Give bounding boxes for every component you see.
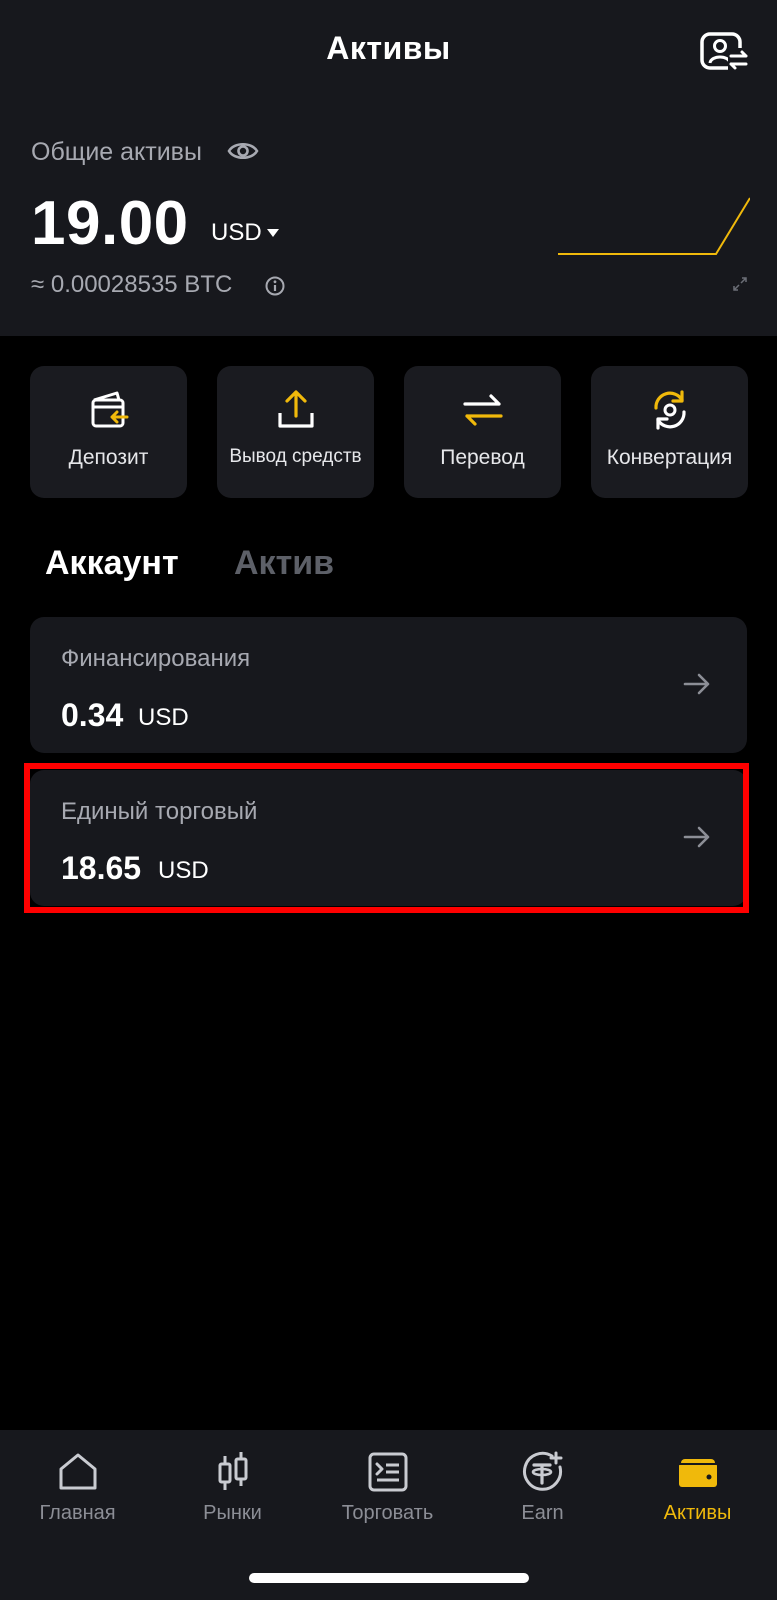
account-card-funding[interactable]: Финансирования 0.34 USD <box>30 617 747 753</box>
arrow-right-icon <box>683 826 710 848</box>
transfer-icon <box>462 394 503 426</box>
nav-trade[interactable]: Торговать <box>310 1430 465 1550</box>
tab-asset[interactable]: Актив <box>234 544 334 583</box>
nav-label: Рынки <box>203 1502 262 1524</box>
withdraw-label: Вывод средств <box>229 446 362 467</box>
expand-icon[interactable] <box>732 276 748 292</box>
account-name: Финансирования <box>61 645 251 672</box>
nav-earn[interactable]: Earn <box>465 1430 620 1550</box>
account-unit: USD <box>138 704 189 731</box>
currency-selector[interactable]: USD <box>211 219 262 247</box>
total-balance: 19.00 <box>31 189 189 258</box>
arrow-right-icon <box>683 673 710 695</box>
candlestick-icon <box>218 1452 247 1490</box>
transfer-button[interactable]: Перевод <box>404 366 561 498</box>
account-switch-button[interactable] <box>698 30 750 76</box>
page-title: Активы <box>326 30 451 66</box>
nav-label: Главная <box>39 1502 116 1524</box>
convert-label: Конвертация <box>606 446 733 469</box>
home-icon <box>59 1453 96 1490</box>
account-amount: 0.34 <box>61 697 124 733</box>
nav-label: Торговать <box>341 1502 434 1524</box>
account-card-unified-trading[interactable]: Единый торговый 18.65 USD <box>30 770 747 906</box>
nav-home[interactable]: Главная <box>0 1430 155 1550</box>
convert-icon <box>653 390 686 430</box>
quick-actions: Депозит Вывод средств Перевод Конвертаци… <box>30 366 748 498</box>
deposit-button[interactable]: Депозит <box>30 366 187 498</box>
account-name: Единый торговый <box>61 798 258 825</box>
wallet-icon <box>678 1459 717 1487</box>
nav-markets[interactable]: Рынки <box>155 1430 310 1550</box>
nav-assets[interactable]: Активы <box>620 1430 775 1550</box>
earn-icon <box>522 1451 562 1491</box>
nav-label: Earn <box>521 1502 564 1524</box>
account-amount: 18.65 <box>61 850 142 886</box>
btc-equivalent: ≈ 0.00028535 BTC <box>31 271 233 298</box>
deposit-label: Депозит <box>68 446 149 469</box>
account-switch-icon <box>700 32 748 72</box>
convert-button[interactable]: Конвертация <box>591 366 748 498</box>
balance-sparkline <box>558 197 750 255</box>
withdraw-button[interactable]: Вывод средств <box>217 366 374 498</box>
transfer-label: Перевод <box>440 446 525 469</box>
info-icon[interactable] <box>264 275 286 297</box>
total-assets-label: Общие активы <box>31 138 202 166</box>
assets-header: Активы Общие активы 19.00 USD ≈ 0.000285… <box>0 0 777 336</box>
account-unit: USD <box>158 857 209 884</box>
nav-label: Активы <box>663 1502 732 1524</box>
eye-icon[interactable] <box>226 138 260 164</box>
home-indicator[interactable] <box>249 1573 529 1583</box>
tab-account[interactable]: Аккаунт <box>45 544 179 583</box>
caret-down-icon[interactable] <box>267 229 279 237</box>
deposit-icon <box>91 391 128 428</box>
trade-icon <box>368 1452 407 1492</box>
withdraw-icon <box>277 390 314 428</box>
